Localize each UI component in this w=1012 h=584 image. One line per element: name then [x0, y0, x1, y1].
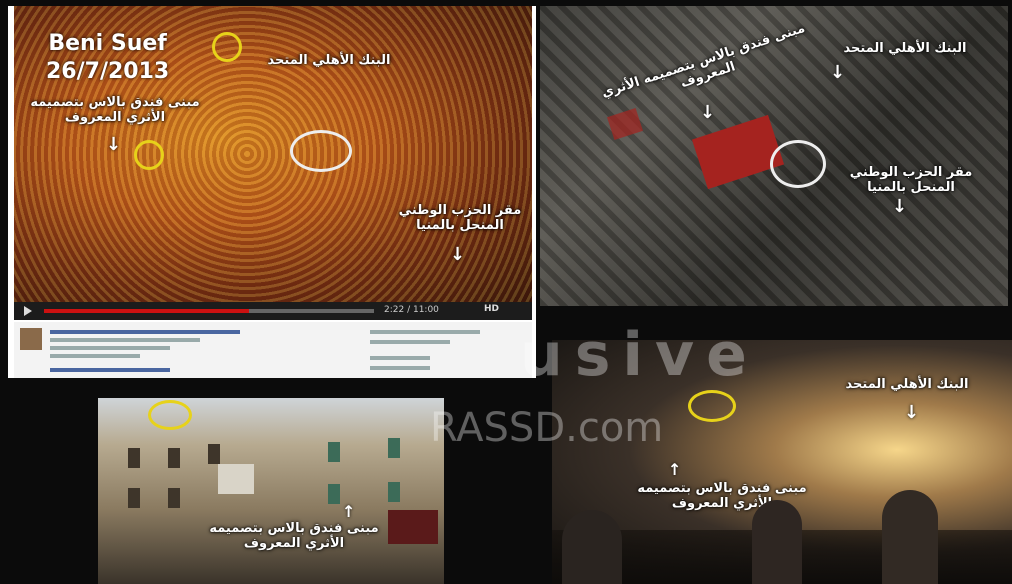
shop-sign	[388, 510, 438, 544]
video-title-overlay: Beni Suef 26/7/2013	[46, 30, 169, 85]
bank-label: البنك الأهلي المتحد	[845, 377, 969, 392]
highlight-circle	[134, 140, 164, 170]
video-controls: 2:22 / 11:00 HD	[14, 302, 532, 320]
down-arrow-icon: ↓	[700, 102, 716, 123]
video-meta	[14, 322, 532, 378]
red-building	[691, 114, 785, 190]
meta-text	[370, 356, 430, 360]
up-arrow-icon: ↑	[668, 460, 682, 479]
window	[388, 482, 400, 502]
down-arrow-icon: ↓	[106, 134, 122, 155]
bank-label: البنك الأهلي المتحد	[843, 41, 967, 56]
progress-bar[interactable]	[44, 309, 374, 313]
meta-text	[50, 368, 170, 372]
avatar	[20, 328, 42, 350]
down-arrow-icon: ↓	[450, 244, 466, 265]
video-screenshot-panel: Beni Suef 26/7/2013 البنك الأهلي المتحد …	[8, 6, 536, 378]
down-arrow-icon: ↓	[892, 196, 908, 217]
window	[328, 442, 340, 462]
meta-text	[50, 354, 140, 358]
hd-badge[interactable]: HD	[484, 304, 499, 314]
meta-text	[370, 366, 430, 370]
watermark: usive	[520, 320, 759, 390]
window	[388, 438, 400, 458]
meta-text	[50, 338, 200, 342]
video-frame[interactable]: Beni Suef 26/7/2013 البنك الأهلي المتحد …	[14, 6, 532, 302]
person-silhouette	[562, 510, 622, 584]
satellite-view-panel: مبنى فندق بالاس بتصميمه الأثري المعروف ↓…	[540, 6, 1008, 306]
meta-text	[50, 346, 170, 350]
party-label: مقر الحزب الوطني المنحل بالمنيا	[849, 165, 973, 195]
highlight-circle	[688, 390, 736, 422]
target-circle	[770, 140, 826, 188]
progress-fill	[44, 309, 249, 313]
person-silhouette	[882, 490, 938, 584]
hotel-label: مبنى فندق بالاس بتصميمه الأثري المعروف	[209, 521, 379, 551]
party-label: مقر الحزب الوطني المنحل بالمنيا	[398, 203, 522, 233]
place-name: Beni Suef	[48, 31, 167, 56]
play-icon[interactable]	[24, 306, 32, 316]
window	[208, 444, 220, 464]
meta-text	[370, 340, 450, 344]
meta-text	[50, 330, 240, 334]
shop-sign	[218, 464, 254, 494]
bank-label: البنك الأهلي المتحد	[267, 53, 391, 68]
window	[168, 488, 180, 508]
window	[128, 488, 140, 508]
window	[128, 448, 140, 468]
person-silhouette	[752, 500, 802, 584]
meta-text	[370, 330, 480, 334]
highlight-circle	[148, 400, 192, 430]
video-time: 2:22 / 11:00	[384, 305, 439, 315]
window	[168, 448, 180, 468]
highlight-circle	[290, 130, 352, 172]
building-photo-panel: مبنى فندق بالاس بتصميمه الأثري المعروف ↑	[98, 398, 444, 584]
up-arrow-icon: ↑	[342, 502, 356, 521]
window	[328, 484, 340, 504]
date-text: 26/7/2013	[46, 58, 170, 84]
hotel-label: مبنى فندق بالاس بتصميمه الأثري المعروف	[30, 95, 200, 125]
down-arrow-icon: ↓	[830, 62, 846, 83]
down-arrow-icon: ↓	[904, 402, 920, 423]
watermark-site: RASSD.com	[430, 405, 664, 451]
